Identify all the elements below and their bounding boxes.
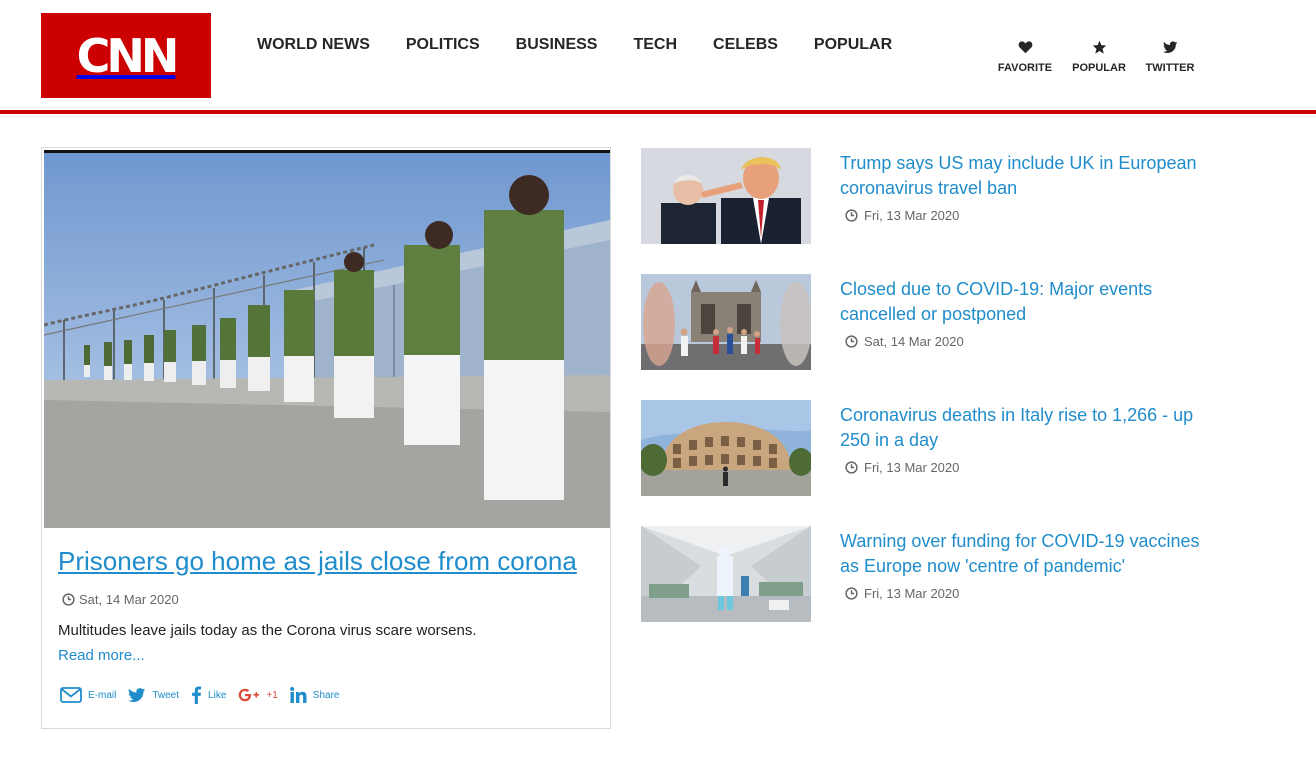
site-header: CNN WORLD NEWS POLITICS BUSINESS TECH CE… [0, 0, 1316, 114]
story-thumbnail[interactable] [641, 274, 811, 370]
main-nav: WORLD NEWS POLITICS BUSINESS TECH CELEBS… [257, 36, 892, 54]
clock-icon [845, 461, 858, 474]
story-thumbnail[interactable] [641, 400, 811, 496]
feature-image[interactable] [44, 150, 610, 528]
share-tweet-label: Tweet [152, 689, 180, 701]
clock-icon [845, 209, 858, 222]
facebook-icon [192, 686, 202, 704]
clock-icon [845, 587, 858, 600]
email-icon [60, 687, 82, 703]
nav-world-news[interactable]: WORLD NEWS [257, 36, 370, 54]
nav-business[interactable]: BUSINESS [516, 36, 598, 54]
twitter-button[interactable]: TWITTER [1135, 38, 1205, 74]
story-date: Fri, 13 Mar 2020 [845, 460, 959, 475]
story-thumbnail[interactable] [641, 526, 811, 622]
story-card: Coronavirus deaths in Italy rise to 1,26… [641, 400, 1221, 496]
share-bar: E-mail Tweet Like +1 Share [60, 686, 351, 704]
feature-date-text: Sat, 14 Mar 2020 [79, 592, 179, 607]
story-date-text: Fri, 13 Mar 2020 [864, 586, 960, 601]
story-title[interactable]: Closed due to COVID-19: Major events can… [840, 277, 1215, 327]
share-like-label: Like [208, 689, 227, 701]
featured-article: Prisoners go home as jails close from co… [41, 147, 611, 729]
clock-icon [845, 335, 858, 348]
nav-tech[interactable]: TECH [633, 36, 677, 54]
favorite-label: FAVORITE [997, 62, 1053, 74]
share-tweet-button[interactable]: Tweet [128, 687, 180, 703]
story-title[interactable]: Warning over funding for COVID-19 vaccin… [840, 529, 1215, 579]
share-like-button[interactable]: Like [191, 686, 226, 704]
story-date-text: Fri, 13 Mar 2020 [864, 208, 960, 223]
story-card: Warning over funding for COVID-19 vaccin… [641, 526, 1221, 622]
story-date-text: Sat, 14 Mar 2020 [864, 334, 964, 349]
twitter-icon [1162, 38, 1178, 56]
feature-title[interactable]: Prisoners go home as jails close from co… [58, 546, 577, 577]
feature-description: Multitudes leave jails today as the Coro… [58, 622, 477, 639]
nav-politics[interactable]: POLITICS [406, 36, 480, 54]
heart-icon [1018, 38, 1033, 56]
nav-popular[interactable]: POPULAR [814, 36, 892, 54]
popular-label: POPULAR [1072, 62, 1126, 74]
story-card: Trump says US may include UK in European… [641, 148, 1221, 244]
share-linkedin-label: Share [312, 689, 340, 701]
story-date: Fri, 13 Mar 2020 [845, 586, 959, 601]
share-email-button[interactable]: E-mail [60, 687, 116, 703]
favorite-button[interactable]: FAVORITE [990, 38, 1060, 74]
star-icon [1092, 38, 1107, 56]
cnn-logo[interactable]: CNN [41, 13, 211, 98]
nav-celebs[interactable]: CELEBS [713, 36, 778, 54]
story-title[interactable]: Trump says US may include UK in European… [840, 151, 1215, 201]
share-linkedin-button[interactable]: Share [289, 687, 340, 703]
story-date: Fri, 13 Mar 2020 [845, 208, 959, 223]
clock-icon [62, 593, 75, 606]
google-plus-icon [239, 688, 260, 702]
twitter-label: TWITTER [1145, 62, 1195, 74]
read-more-link[interactable]: Read more... [58, 647, 145, 664]
popular-button[interactable]: POPULAR [1064, 38, 1134, 74]
story-thumbnail[interactable] [641, 148, 811, 244]
feature-date: Sat, 14 Mar 2020 [62, 592, 179, 607]
linkedin-icon [289, 687, 307, 703]
story-title[interactable]: Coronavirus deaths in Italy rise to 1,26… [840, 403, 1215, 453]
logo-text: CNN [76, 28, 180, 83]
twitter-icon [128, 687, 146, 702]
story-card: Closed due to COVID-19: Major events can… [641, 274, 1221, 370]
story-date-text: Fri, 13 Mar 2020 [864, 460, 960, 475]
share-google-plus-button[interactable]: +1 [238, 688, 278, 702]
story-date: Sat, 14 Mar 2020 [845, 334, 964, 349]
share-email-label: E-mail [88, 689, 117, 701]
share-google-plus-label: +1 [266, 689, 278, 701]
